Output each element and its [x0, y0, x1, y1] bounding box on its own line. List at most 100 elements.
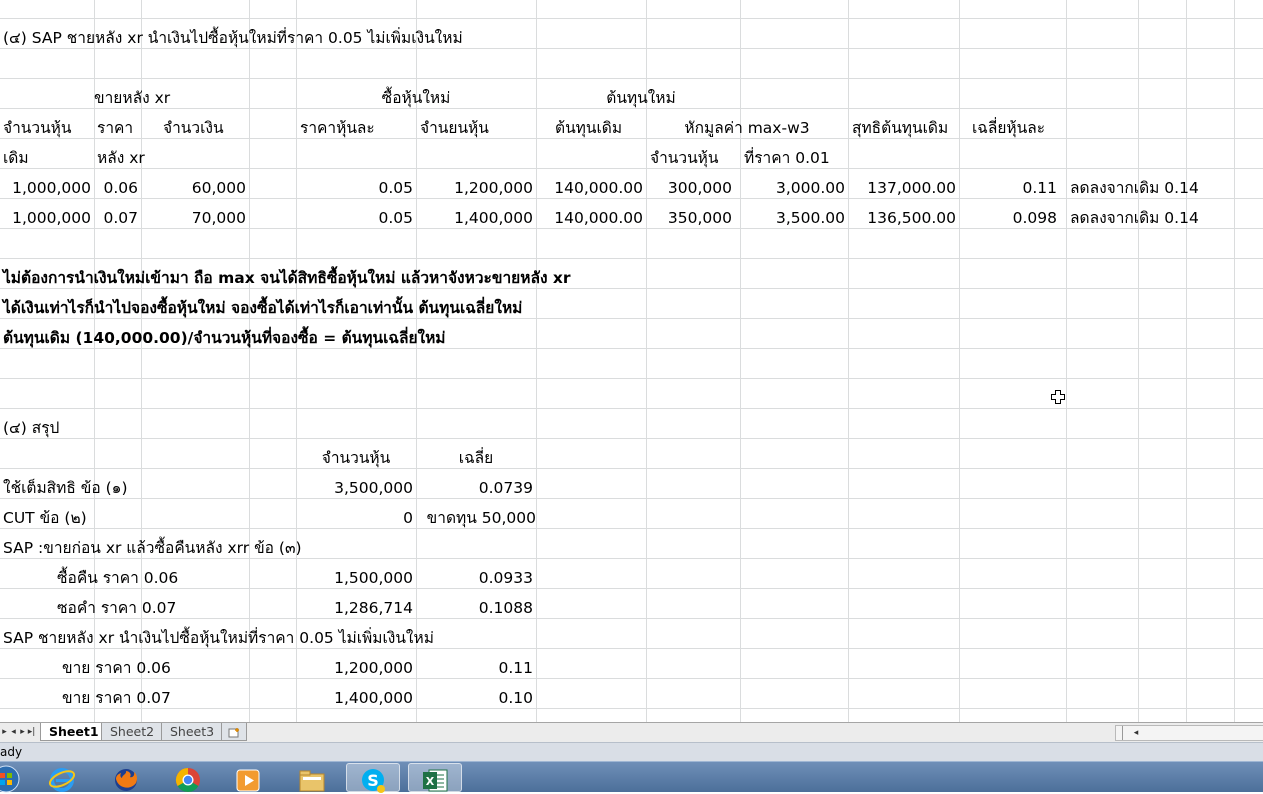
summary-row-label[interactable]: ขาย ราคา 0.06 [62, 653, 171, 683]
horizontal-scrollbar[interactable]: ◂ [1115, 725, 1263, 741]
col-header-orig-cost[interactable]: ต้นทุนเดิม [555, 113, 622, 143]
section-title[interactable]: (๔) SAP ชายหลัง xr นำเงินไปซื้อหุ้นใหม่ท… [3, 23, 463, 53]
summary-col-shares[interactable]: จำนวนหุ้น [296, 443, 416, 473]
taskbar-skype[interactable]: S [346, 763, 400, 793]
note-line[interactable]: ไม่ต้องการนำเงินใหม่เข้ามา ถือ max จนได้… [3, 263, 571, 293]
taskbar-media-player[interactable] [222, 763, 274, 792]
summary-row-label[interactable]: ขาย ราคา 0.07 [62, 683, 171, 713]
col-header-avg-per-share[interactable]: เฉลี่ยหุ้นละ [972, 113, 1045, 143]
summary-row-shares[interactable]: 1,200,000 [296, 653, 413, 683]
internet-explorer-icon [48, 768, 76, 792]
cell-note[interactable]: ลดลงจากเดิม 0.14 [1070, 203, 1199, 233]
prev-sheet-button[interactable]: ◂ [9, 725, 18, 739]
gridline [0, 468, 1263, 469]
gridline [0, 708, 1263, 709]
cell-avg[interactable]: 0.11 [959, 173, 1057, 203]
cell-net-cost[interactable]: 137,000.00 [848, 173, 956, 203]
summary-row-label[interactable]: SAP :ขายก่อน xr แล้วซื้อคืนหลัง xrr ข้อ … [3, 533, 302, 563]
sub-header-after-xr[interactable]: หลัง xr [97, 143, 145, 173]
summary-title[interactable]: (๔) สรุป [3, 413, 59, 443]
summary-row-label[interactable]: ซอคำ ราคา 0.07 [57, 593, 176, 623]
taskbar-file-explorer[interactable] [286, 763, 338, 792]
cell-amount[interactable]: 60,000 [141, 173, 246, 203]
note-line[interactable]: ต้นทุนเดิม (140,000.00)/จำนวนหุ้นที่จองซ… [3, 323, 446, 353]
summary-row-label[interactable]: ใช้เต็มสิทธิ ข้อ (๑) [3, 473, 128, 503]
cell-share-count[interactable]: 1,200,000 [416, 173, 533, 203]
insert-sheet-icon [228, 727, 239, 737]
col-header-deduct-value[interactable]: หักมูลค่า max-w3 [646, 113, 848, 143]
cell-value[interactable]: 3,000.00 [740, 173, 845, 203]
last-sheet-button[interactable]: ▸| [27, 725, 36, 739]
cell-price[interactable]: 0.06 [94, 173, 138, 203]
cell-shares[interactable]: 1,000,000 [0, 203, 91, 233]
cell-quantity[interactable]: 300,000 [646, 173, 732, 203]
summary-row-avg[interactable]: 0.0739 [416, 473, 533, 503]
chrome-icon [175, 768, 200, 793]
taskbar-chrome[interactable] [162, 763, 214, 793]
summary-row-avg[interactable]: 0.0933 [416, 563, 533, 593]
sub-header-quantity[interactable]: จำนวนหุ้น [650, 143, 719, 173]
cell-net-cost[interactable]: 136,500.00 [848, 203, 956, 233]
cell-shares[interactable]: 1,000,000 [0, 173, 91, 203]
cell-price-per-share[interactable]: 0.05 [296, 173, 413, 203]
col-header-amount[interactable]: จำนวเงิน [163, 113, 224, 143]
group-header-sell-after-xr[interactable]: ขายหลัง xr [94, 83, 170, 113]
col-header-price-per-share[interactable]: ราคาหุ้นละ [300, 113, 375, 143]
tab-sheet2[interactable]: Sheet2 [101, 723, 164, 741]
cell-price-per-share[interactable]: 0.05 [296, 203, 413, 233]
summary-row-avg[interactable]: ขาดทุน 50,000 [416, 503, 536, 533]
gridline [0, 498, 1263, 499]
col-header-shares[interactable]: จำนวนหุ้น [3, 113, 72, 143]
cell-value[interactable]: 3,500.00 [740, 203, 845, 233]
next-sheet-button[interactable]: ▸ [18, 725, 27, 739]
scroll-split-handle[interactable] [1116, 726, 1123, 740]
gridline [0, 528, 1263, 529]
gridline [0, 588, 1263, 589]
cell-orig-cost[interactable]: 140,000.00 [536, 173, 643, 203]
taskbar-firefox[interactable] [100, 763, 152, 792]
tab-sheet3[interactable]: Sheet3 [161, 723, 224, 741]
cell-quantity[interactable]: 350,000 [646, 203, 732, 233]
taskbar-internet-explorer[interactable] [36, 763, 88, 792]
sub-header-at-price[interactable]: ที่ราคา 0.01 [744, 143, 830, 173]
note-line[interactable]: ได้เงินเท่าไรก็นำไปจองซื้อหุ้นใหม่ จองซื… [3, 293, 522, 323]
start-button[interactable] [0, 763, 30, 793]
cell-share-count[interactable]: 1,400,000 [416, 203, 533, 233]
insert-sheet-button[interactable] [221, 723, 247, 741]
group-header-buy-new-shares[interactable]: ซื้อหุ้นใหม่ [356, 83, 476, 113]
sub-header-original[interactable]: เดิม [3, 143, 29, 173]
first-sheet-button[interactable]: ▸ [0, 725, 9, 739]
col-header-price[interactable]: ราคา [97, 113, 133, 143]
gridline [0, 258, 1263, 259]
group-header-new-cost[interactable]: ต้นทุนใหม่ [586, 83, 696, 113]
col-header-share-count[interactable]: จำนยนหุ้น [420, 113, 489, 143]
summary-col-avg[interactable]: เฉลี่ย [416, 443, 536, 473]
firefox-icon [115, 769, 138, 791]
summary-row-shares[interactable]: 1,286,714 [296, 593, 413, 623]
summary-row-avg[interactable]: 0.11 [416, 653, 533, 683]
summary-row-label[interactable]: ซื้อคืน ราคา 0.06 [57, 563, 178, 593]
cell-orig-cost[interactable]: 140,000.00 [536, 203, 643, 233]
cell-amount[interactable]: 70,000 [141, 203, 246, 233]
spreadsheet-grid[interactable]: (๔) SAP ชายหลัง xr นำเงินไปซื้อหุ้นใหม่ท… [0, 0, 1263, 722]
summary-row-avg[interactable]: 0.10 [416, 683, 533, 713]
summary-row-label[interactable]: SAP ชายหลัง xr นำเงินไปซื้อหุ้นใหม่ที่รา… [3, 623, 434, 653]
cell-price[interactable]: 0.07 [94, 203, 138, 233]
scroll-left-arrow-icon[interactable]: ◂ [1130, 726, 1142, 740]
taskbar-excel[interactable]: X [408, 763, 462, 792]
cell-avg[interactable]: 0.098 [959, 203, 1057, 233]
status-text: ady [0, 745, 23, 759]
summary-row-avg[interactable]: 0.1088 [416, 593, 533, 623]
col-header-net-cost[interactable]: สุทธิต้นทุนเดิม [852, 113, 948, 143]
summary-row-shares[interactable]: 1,400,000 [296, 683, 413, 713]
summary-row-shares[interactable]: 3,500,000 [296, 473, 413, 503]
tab-sheet1[interactable]: Sheet1 [40, 723, 108, 741]
gridline [0, 168, 1263, 169]
summary-row-shares[interactable]: 1,500,000 [296, 563, 413, 593]
summary-row-label[interactable]: CUT ข้อ (๒) [3, 503, 87, 533]
svg-text:S: S [367, 771, 379, 790]
summary-row-shares[interactable]: 0 [296, 503, 413, 533]
cell-select-cursor-icon [1051, 390, 1065, 404]
status-bar: ady [0, 742, 1263, 762]
cell-note[interactable]: ลดลงจากเดิม 0.14 [1070, 173, 1199, 203]
